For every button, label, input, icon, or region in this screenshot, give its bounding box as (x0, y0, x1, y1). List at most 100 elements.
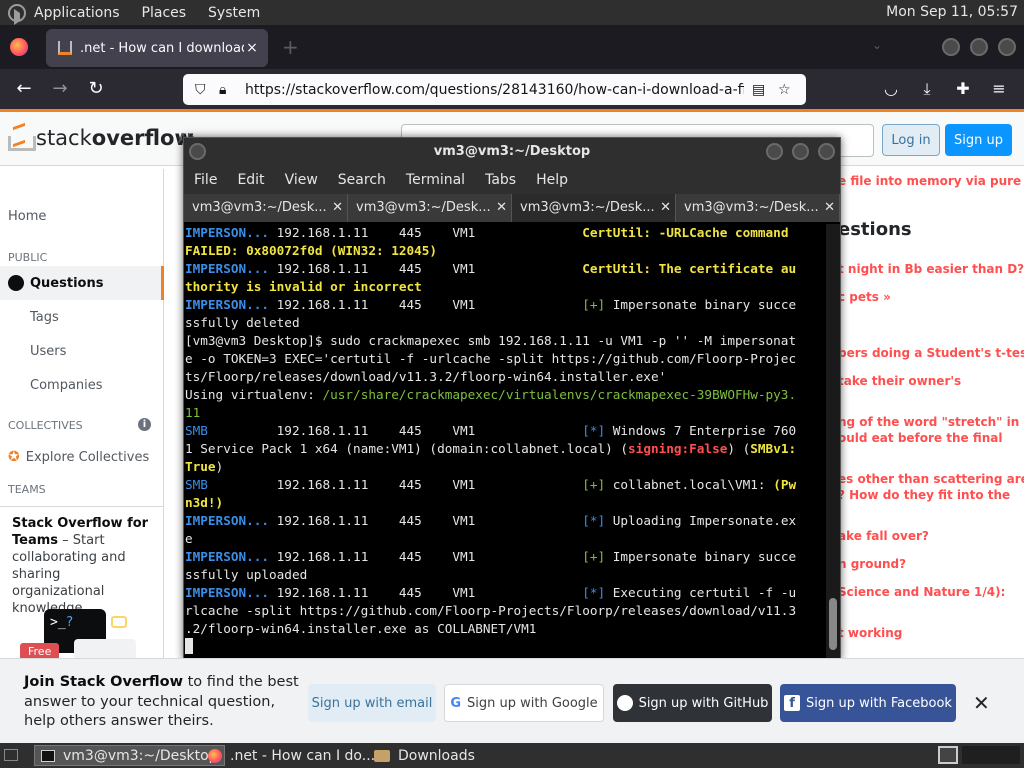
lock-icon[interactable]: 🔒︎ (219, 82, 233, 98)
firefox-view-icon[interactable] (10, 38, 28, 56)
nav-users[interactable]: Users (0, 334, 164, 368)
terminal-titlebar[interactable]: vm3@vm3:~/Desktop (184, 138, 840, 166)
terminal-close-icon[interactable] (818, 143, 835, 160)
menu-search[interactable]: Search (338, 172, 386, 188)
tab-close-icon[interactable]: ✕ (332, 194, 343, 222)
login-button[interactable]: Log in (882, 124, 940, 156)
nav-explore-collectives[interactable]: ✪ Explore Collectives (0, 440, 164, 474)
forward-arrow-icon[interactable]: → (48, 78, 72, 99)
terminal-line: IMPERSON... 192.168.1.11 445 VM1 [*] Exe… (185, 584, 827, 602)
signup-github-button[interactable]: Sign up with GitHub (613, 684, 772, 722)
new-tab-icon[interactable]: + (282, 35, 299, 59)
terminal-text: /usr/share/crackmapexec/virtualenvs/crac… (322, 387, 797, 402)
terminal-tab[interactable]: vm3@vm3:~/Desk... ✕ (676, 194, 840, 222)
signup-facebook-button[interactable]: f Sign up with Facebook (780, 684, 956, 722)
url-text[interactable]: https://stackoverflow.com/questions/2814… (245, 82, 744, 98)
terminal-tab[interactable]: vm3@vm3:~/Desk... ✕ (184, 194, 348, 222)
hot-question-link[interactable]: t night in Bb easier than D? (838, 262, 1024, 276)
nav-companies[interactable]: Companies (0, 368, 164, 402)
collectives-label: COLLECTIVES (8, 418, 83, 432)
hot-question-link[interactable]: ould eat before the final (838, 431, 1024, 445)
terminal-maximize-icon[interactable] (792, 143, 809, 160)
terminal-line: .2/floorp-win64.installer.exe as COLLABN… (185, 620, 827, 638)
signup-button[interactable]: Sign up (945, 124, 1012, 156)
terminal-text: ssfully uploaded (185, 567, 308, 582)
stackoverflow-favicon-icon (58, 41, 72, 55)
taskbar-downloads[interactable]: Downloads (368, 745, 481, 766)
hot-question-link[interactable]: n ground? (838, 557, 1024, 571)
terminal-scrollbar[interactable] (826, 224, 840, 660)
menu-terminal[interactable]: Terminal (406, 172, 465, 188)
tab-close-icon[interactable]: ✕ (824, 194, 835, 222)
menu-system[interactable]: System (208, 5, 260, 21)
banner-close-icon[interactable]: ✕ (973, 691, 990, 715)
terminal-minimize-icon[interactable] (766, 143, 783, 160)
signup-email-button[interactable]: Sign up with email (308, 684, 436, 722)
nav-questions[interactable]: Questions (0, 266, 164, 300)
reload-icon[interactable]: ↻ (84, 78, 108, 99)
gnome-logo-icon[interactable] (8, 3, 26, 25)
tab-close-icon[interactable]: × (244, 40, 260, 56)
extensions-icon[interactable]: ✚ (952, 79, 974, 98)
tracking-shield-icon[interactable]: ⛉ (195, 82, 211, 98)
menu-edit[interactable]: Edit (237, 172, 264, 188)
menu-tabs[interactable]: Tabs (485, 172, 516, 188)
menu-places[interactable]: Places (142, 5, 187, 21)
window-minimize-icon[interactable] (942, 38, 960, 56)
collectives-star-icon: ✪ (8, 449, 20, 465)
hot-question-link[interactable]: c pets » (838, 290, 1024, 304)
pocket-icon[interactable]: ◡ (880, 79, 902, 98)
hamburger-menu-icon[interactable]: ≡ (988, 79, 1010, 98)
signup-google-button[interactable]: G Sign up with Google (444, 684, 604, 722)
related-link[interactable]: e file into memory via pure (838, 174, 1024, 188)
terminal-tab[interactable]: vm3@vm3:~/Desk... ✕ (348, 194, 512, 222)
back-arrow-icon[interactable]: ← (12, 78, 36, 99)
reader-view-icon[interactable]: ▤ (752, 82, 770, 98)
downloads-icon[interactable]: ⤓ (916, 79, 938, 99)
menu-applications[interactable]: Applications (34, 5, 120, 21)
terminal-line: IMPERSON... 192.168.1.11 445 VM1 CertUti… (185, 224, 827, 242)
hot-question-link[interactable]: es other than scattering are (838, 472, 1024, 486)
tab-close-icon[interactable]: ✕ (660, 194, 671, 222)
terminal-line: ssfully uploaded (185, 566, 827, 584)
banner-bold[interactable]: Join Stack Overflow (24, 674, 183, 690)
show-desktop-icon[interactable] (4, 749, 18, 761)
scrollbar-thumb[interactable] (829, 598, 837, 650)
nav-tags[interactable]: Tags (0, 300, 164, 334)
workspace-2[interactable] (962, 746, 1020, 764)
hot-question-link[interactable]: ake fall over? (838, 529, 1024, 543)
terminal-tab-active[interactable]: vm3@vm3:~/Desk... ✕ (512, 194, 676, 222)
clock[interactable]: Mon Sep 11, 05:57 (886, 4, 1018, 20)
hot-question-link[interactable]: bers doing a Student's t-test (838, 346, 1024, 360)
window-close-icon[interactable] (998, 38, 1016, 56)
taskbar-terminal[interactable]: vm3@vm3:~/Desktop (34, 745, 225, 766)
menu-view[interactable]: View (285, 172, 318, 188)
terminal-menu-icon[interactable] (189, 143, 206, 160)
terminal-text: ssfully deleted (185, 315, 300, 330)
browser-tab[interactable]: .net - How can I download a × (46, 29, 268, 67)
taskbar-firefox[interactable]: .net - How can I do... (202, 745, 381, 766)
so-logo[interactable]: stack overflow (8, 123, 194, 153)
hot-question-link[interactable]: ng of the word "stretch" in (838, 415, 1024, 429)
terminal-text: [*] (582, 513, 606, 528)
github-icon (616, 695, 633, 711)
hot-question-link[interactable]: ? How do they fit into the (838, 488, 1024, 502)
terminal-window[interactable]: vm3@vm3:~/Desktop File Edit View Search … (183, 137, 841, 661)
bookmark-star-icon[interactable]: ☆ (778, 82, 796, 98)
url-bar[interactable]: ⛉ 🔒︎ https://stackoverflow.com/questions… (183, 74, 806, 105)
nav-home[interactable]: Home (0, 199, 164, 233)
terminal-output[interactable]: IMPERSON... 192.168.1.11 445 VM1 CertUti… (185, 224, 827, 656)
terminal-text: IMPERSON... (185, 549, 270, 564)
hot-question-link[interactable]: t working (838, 626, 1024, 640)
terminal-text: IMPERSON... (185, 261, 270, 276)
menu-help[interactable]: Help (536, 172, 568, 188)
hot-question-link[interactable]: take their owner's (838, 374, 1024, 388)
menu-file[interactable]: File (194, 172, 217, 188)
workspace-1[interactable] (938, 746, 958, 764)
terminal-line: IMPERSON... 192.168.1.11 445 VM1 [+] Imp… (185, 548, 827, 566)
list-all-tabs-icon[interactable]: ⌄ (872, 38, 882, 52)
tab-close-icon[interactable]: ✕ (496, 194, 507, 222)
window-maximize-icon[interactable] (970, 38, 988, 56)
info-icon[interactable]: i (138, 418, 151, 431)
hot-question-link[interactable]: Science and Nature 1/4): (838, 585, 1024, 599)
